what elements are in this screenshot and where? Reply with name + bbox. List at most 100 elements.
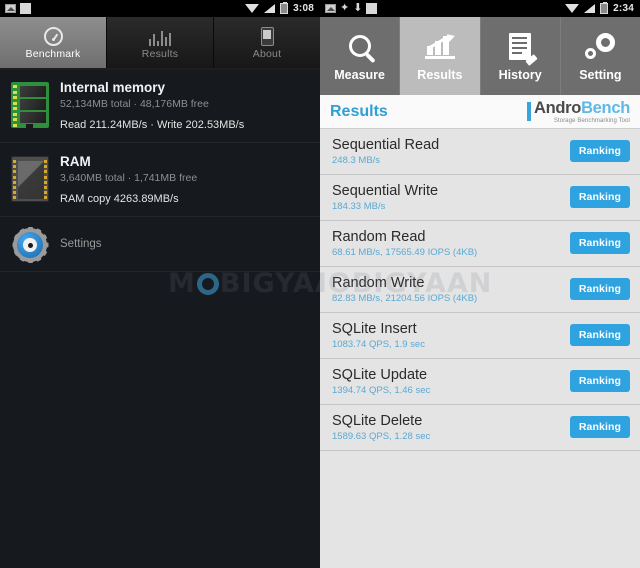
watermark-o-glyph bbox=[196, 273, 219, 295]
result-name: Sequential Write bbox=[332, 182, 439, 199]
bar-chart-icon bbox=[148, 26, 172, 46]
result-text: SQLite Delete 1589.63 QPS, 1.28 sec bbox=[332, 413, 430, 442]
result-value: 184.33 MB/s bbox=[332, 200, 386, 212]
ranking-button[interactable]: Ranking bbox=[569, 140, 630, 162]
internal-memory-text: Internal memory 52,134MB total · 48,176M… bbox=[60, 80, 320, 131]
left-tab-bar: Benchmark Results About bbox=[0, 17, 320, 70]
list-item-internal-memory[interactable]: Internal memory 52,134MB total · 48,176M… bbox=[0, 69, 320, 143]
download-icon: ⬇ bbox=[353, 2, 363, 14]
photo-icon bbox=[5, 4, 16, 13]
tab-setting-label: Setting bbox=[579, 68, 622, 82]
results-header: Results AndroBench Storage Benchmarking … bbox=[320, 95, 640, 129]
wifi-icon bbox=[245, 4, 260, 13]
result-value: 82.83 MB/s, 21204.56 IOPS (4KB) bbox=[332, 292, 478, 304]
gear-icon bbox=[0, 226, 60, 263]
logo-bar-icon bbox=[526, 102, 531, 121]
ranking-button[interactable]: Ranking bbox=[569, 416, 630, 438]
result-name: SQLite Insert bbox=[332, 320, 417, 337]
result-name: SQLite Delete bbox=[332, 412, 423, 429]
androbench-logo: AndroBench Storage Benchmarking Tool bbox=[526, 98, 630, 124]
ram-chip-icon bbox=[0, 154, 60, 202]
internal-memory-title: Internal memory bbox=[60, 80, 166, 95]
right-clock: 2:34 bbox=[613, 3, 634, 14]
result-text: Sequential Read 248.3 MB/s bbox=[332, 137, 439, 166]
list-item-ram[interactable]: RAM 3,640MB total · 1,741MB free RAM cop… bbox=[0, 143, 320, 217]
phone-icon bbox=[256, 26, 278, 46]
result-row[interactable]: SQLite Delete 1589.63 QPS, 1.28 sec Rankin… bbox=[320, 405, 640, 451]
result-text: Sequential Write 184.33 MB/s bbox=[332, 183, 438, 212]
star-icon: ✦ bbox=[340, 2, 350, 14]
blank-notification-icon bbox=[20, 3, 31, 14]
signal-icon bbox=[584, 4, 596, 13]
logo-tagline: Storage Benchmarking Tool bbox=[553, 117, 630, 124]
green-memory-chip-icon bbox=[0, 80, 60, 128]
watermark-left: MBIGYAAN bbox=[168, 268, 320, 299]
right-status-bar: ✦ ⬇ 2:34 bbox=[320, 0, 640, 17]
results-list: Sequential Read 248.3 MB/s Ranking Sequenti… bbox=[320, 129, 640, 451]
result-text: SQLite Insert 1083.74 QPS, 1.9 sec bbox=[332, 321, 425, 350]
left-phone-screen: 3:08 Benchmark Results About Internal me… bbox=[0, 0, 320, 568]
tab-results[interactable]: Results bbox=[107, 17, 214, 68]
ram-capacity: 3,640MB total · 1,741MB free bbox=[60, 172, 198, 184]
list-item-settings[interactable]: Settings bbox=[0, 217, 320, 272]
result-name: Random Write bbox=[332, 274, 425, 291]
battery-icon bbox=[280, 2, 289, 14]
ram-title: RAM bbox=[60, 154, 91, 169]
wifi-icon bbox=[565, 4, 580, 13]
blank-notification-icon bbox=[366, 3, 378, 14]
signal-icon bbox=[264, 4, 276, 13]
settings-label: Settings bbox=[60, 238, 102, 250]
result-text: Random Write 82.83 MB/s, 21204.56 IOPS (4… bbox=[332, 275, 477, 304]
tab-results-label: Results bbox=[417, 68, 463, 82]
ranking-button[interactable]: Ranking bbox=[569, 232, 630, 254]
result-name: Random Read bbox=[332, 228, 426, 245]
results-empty-area bbox=[320, 451, 640, 568]
battery-icon bbox=[600, 2, 609, 14]
tab-about[interactable]: About bbox=[214, 17, 320, 68]
left-clock: 3:08 bbox=[293, 3, 314, 14]
result-row[interactable]: SQLite Update 1394.74 QPS, 1.46 sec Rankin… bbox=[320, 359, 640, 405]
page-title: Results bbox=[330, 102, 388, 120]
tab-setting[interactable]: Setting bbox=[561, 17, 640, 95]
right-status-notification-icons: ✦ ⬇ bbox=[325, 2, 378, 14]
left-status-notification-icons bbox=[5, 3, 31, 14]
right-status-system-icons: 2:34 bbox=[565, 0, 634, 17]
result-text: SQLite Update 1394.74 QPS, 1.46 sec bbox=[332, 367, 430, 396]
result-row[interactable]: Sequential Read 248.3 MB/s Ranking bbox=[320, 129, 640, 175]
tab-benchmark-label: Benchmark bbox=[25, 47, 81, 60]
photo-icon bbox=[325, 4, 336, 13]
ranking-button[interactable]: Ranking bbox=[569, 324, 630, 346]
logo-andro-text: Andro bbox=[533, 98, 582, 117]
internal-memory-capacity: 52,134MB total · 48,176MB free bbox=[60, 98, 209, 110]
tab-history-label: History bbox=[498, 68, 542, 82]
gauge-icon bbox=[42, 26, 64, 46]
chart-arrow-icon bbox=[424, 30, 456, 62]
tab-measure[interactable]: Measure bbox=[320, 17, 401, 95]
tab-benchmark[interactable]: Benchmark bbox=[0, 17, 107, 68]
left-status-system-icons: 3:08 bbox=[245, 0, 314, 17]
dual-screenshot: 3:08 Benchmark Results About Internal me… bbox=[0, 0, 640, 568]
ranking-button[interactable]: Ranking bbox=[569, 186, 630, 208]
logo-bench-text: Bench bbox=[581, 98, 630, 117]
result-value: 248.3 MB/s bbox=[332, 154, 381, 166]
result-row[interactable]: SQLite Insert 1083.74 QPS, 1.9 sec Ranking bbox=[320, 313, 640, 359]
result-row[interactable]: Random Write 82.83 MB/s, 21204.56 IOPS (4… bbox=[320, 267, 640, 313]
magnifier-icon bbox=[348, 30, 371, 62]
result-value: 1394.74 QPS, 1.46 sec bbox=[332, 384, 431, 396]
ranking-button[interactable]: Ranking bbox=[569, 278, 630, 300]
result-text: Random Read 68.61 MB/s, 17565.49 IOPS (4K… bbox=[332, 229, 477, 258]
ranking-button[interactable]: Ranking bbox=[569, 370, 630, 392]
tab-history[interactable]: History bbox=[481, 17, 561, 95]
tab-results[interactable]: Results bbox=[400, 17, 481, 95]
right-phone-screen: ✦ ⬇ 2:34 Measure Results History Setting… bbox=[320, 0, 640, 568]
result-name: Sequential Read bbox=[332, 136, 440, 153]
tab-measure-label: Measure bbox=[334, 68, 385, 82]
tab-results-label: Results bbox=[141, 47, 179, 60]
right-tab-bar: Measure Results History Setting bbox=[320, 17, 640, 95]
result-row[interactable]: Random Read 68.61 MB/s, 17565.49 IOPS (4K… bbox=[320, 221, 640, 267]
ram-text: RAM 3,640MB total · 1,741MB free RAM cop… bbox=[60, 154, 320, 205]
tab-about-label: About bbox=[252, 47, 282, 60]
ram-copy-speed: RAM copy 4263.89MB/s bbox=[60, 193, 179, 205]
result-value: 68.61 MB/s, 17565.49 IOPS (4KB) bbox=[332, 246, 478, 258]
result-row[interactable]: Sequential Write 184.33 MB/s Ranking bbox=[320, 175, 640, 221]
